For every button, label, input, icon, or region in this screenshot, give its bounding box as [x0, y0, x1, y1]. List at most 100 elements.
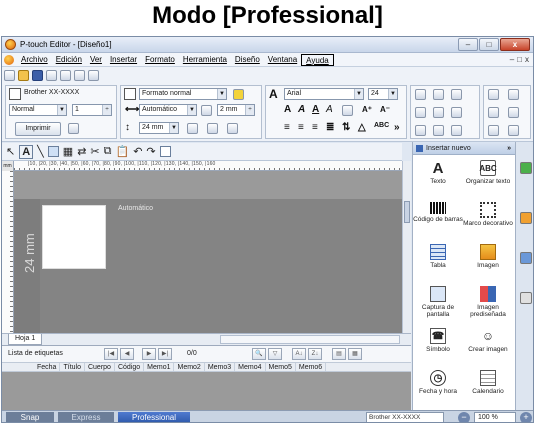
insert-create-image-button[interactable]: ☺ Crear imagen	[463, 326, 513, 367]
status-printer-select[interactable]: Brother XX-XXXX	[366, 412, 444, 422]
express-mode-button[interactable]: Express	[58, 412, 114, 422]
center-objects-icon[interactable]	[415, 107, 426, 118]
vertical-scrollbar[interactable]	[402, 161, 411, 333]
rotate-icon[interactable]	[488, 89, 499, 100]
layer-icon[interactable]	[488, 125, 499, 136]
menu-ventana[interactable]: Ventana	[264, 54, 301, 66]
tape-width-select[interactable]: 24 mm ▼	[139, 122, 179, 134]
close-button[interactable]: x	[500, 38, 530, 51]
bring-front-icon[interactable]	[415, 125, 426, 136]
send-back-icon[interactable]	[433, 125, 444, 136]
filter-icon[interactable]: ▽	[268, 348, 282, 360]
vertical-text-icon[interactable]: ⇅	[342, 122, 350, 133]
copies-stepper[interactable]: 1 ÷	[72, 104, 112, 116]
length-select[interactable]: Automático ▼	[139, 104, 197, 116]
spacing-icon[interactable]	[508, 107, 519, 118]
print-preview-icon[interactable]	[60, 70, 71, 81]
increase-font-icon[interactable]: A⁺	[362, 105, 372, 114]
label-list-body[interactable]	[2, 372, 411, 411]
sort-asc-icon[interactable]: A↓	[292, 348, 306, 360]
col-titulo[interactable]: Título	[60, 363, 85, 371]
margin-stepper[interactable]: 2 mm ÷	[217, 104, 255, 116]
database-tab-icon[interactable]	[520, 252, 532, 264]
decrease-font-icon[interactable]: A⁻	[380, 105, 390, 114]
undo-icon[interactable]: ↶	[133, 145, 142, 158]
print-icon[interactable]	[46, 70, 57, 81]
ungroup-icon[interactable]	[451, 125, 462, 136]
insert-image-button[interactable]: Imagen	[463, 242, 513, 283]
menu-herramienta[interactable]: Herramienta	[179, 54, 231, 66]
minimize-button[interactable]: –	[458, 38, 478, 51]
insert-arrange-text-button[interactable]: ABC Organizar texto	[463, 158, 513, 199]
align-top-icon[interactable]	[451, 89, 462, 100]
save-icon[interactable]	[32, 70, 43, 81]
italic-icon[interactable]: A	[298, 104, 305, 115]
layout-canvas[interactable]: Automático 24 mm	[14, 171, 402, 333]
outline-text-icon[interactable]: A	[326, 104, 333, 115]
layout-tab-icon[interactable]	[520, 212, 532, 224]
first-record-button[interactable]: |◀	[104, 348, 118, 360]
align-center-icon[interactable]: ≡	[298, 122, 304, 133]
align-left-icon[interactable]: ≡	[284, 122, 290, 133]
menu-diseno[interactable]: Diseño	[231, 54, 264, 66]
print-options-icon[interactable]	[68, 123, 79, 134]
tape-color-icon[interactable]	[233, 89, 244, 100]
line-tool-icon[interactable]: ╲	[37, 145, 44, 158]
bold-icon[interactable]: A	[284, 104, 291, 115]
maximize-button[interactable]: □	[479, 38, 499, 51]
collapse-chevron-icon[interactable]: »	[507, 145, 511, 152]
insert-symbol-button[interactable]: ☎ Símbolo	[413, 326, 463, 367]
zoom-out-icon[interactable]: −	[458, 412, 470, 422]
col-fecha[interactable]: Fecha	[34, 363, 61, 371]
size-match-icon[interactable]	[433, 107, 444, 118]
insert-calendar-button[interactable]: Calendario	[463, 368, 513, 409]
copy-icon[interactable]: ⧉	[104, 145, 112, 158]
menu-insertar[interactable]: Insertar	[106, 54, 141, 66]
insert-frame-button[interactable]: Marco decorativo	[463, 200, 513, 241]
select-arrow-icon[interactable]: ↖	[6, 145, 15, 158]
sort-desc-icon[interactable]: Z↓	[308, 348, 322, 360]
professional-mode-button[interactable]: Professional	[118, 412, 190, 422]
snap-mode-button[interactable]: Snap	[6, 412, 54, 422]
transfer-icon[interactable]: ⇄	[77, 145, 86, 158]
group-icon[interactable]	[451, 107, 462, 118]
background-color-icon[interactable]	[207, 123, 218, 134]
insert-screenshot-button[interactable]: Captura de pantalla	[413, 284, 463, 325]
text-effects-icon[interactable]: △	[358, 122, 366, 133]
insert-text-button[interactable]: A Texto	[413, 158, 463, 199]
next-record-button[interactable]: ▶	[142, 348, 156, 360]
properties-tab-icon[interactable]	[520, 162, 532, 174]
list-view-icon[interactable]: ▤	[332, 348, 346, 360]
redo-icon[interactable]: ↷	[146, 145, 155, 158]
zoom-select[interactable]: 100 %	[474, 412, 516, 422]
col-memo2[interactable]: Memo2	[174, 363, 205, 371]
col-cuerpo[interactable]: Cuerpo	[85, 363, 115, 371]
frame-border-icon[interactable]	[227, 123, 238, 134]
cut-icon[interactable]: ✂	[90, 145, 99, 158]
format-select[interactable]: Formato normal ▼	[139, 88, 227, 100]
col-memo1[interactable]: Memo1	[144, 363, 175, 371]
open-folder-icon[interactable]	[18, 70, 29, 81]
underline-icon[interactable]: A	[312, 104, 319, 115]
menu-edicion[interactable]: Edición	[52, 54, 86, 66]
col-codigo[interactable]: Código	[115, 363, 145, 371]
doc-close-button[interactable]: x	[525, 55, 529, 64]
search-icon[interactable]: 🔍	[252, 348, 266, 360]
zoom-in-icon[interactable]: +	[520, 412, 532, 422]
text-width-icon[interactable]	[342, 105, 353, 116]
print-button[interactable]: Imprimir	[15, 122, 61, 136]
text-tool-icon[interactable]: A	[19, 144, 34, 159]
menu-archivo[interactable]: Archivo	[17, 54, 52, 66]
view-icon[interactable]	[159, 146, 171, 157]
distribute-icon[interactable]	[433, 89, 444, 100]
database-icon[interactable]	[74, 70, 85, 81]
menu-ayuda[interactable]: Ayuda	[301, 53, 334, 66]
doc-minimize-button[interactable]: –	[510, 55, 514, 64]
scroll-thumb[interactable]	[404, 201, 410, 223]
align-right-icon[interactable]: ≡	[312, 122, 318, 133]
last-record-button[interactable]: ▶|	[158, 348, 172, 360]
insert-barcode-button[interactable]: Código de barras	[413, 200, 463, 241]
layout-style-icon[interactable]	[88, 70, 99, 81]
properties-icon[interactable]	[508, 125, 519, 136]
more-icon[interactable]: »	[394, 122, 400, 133]
